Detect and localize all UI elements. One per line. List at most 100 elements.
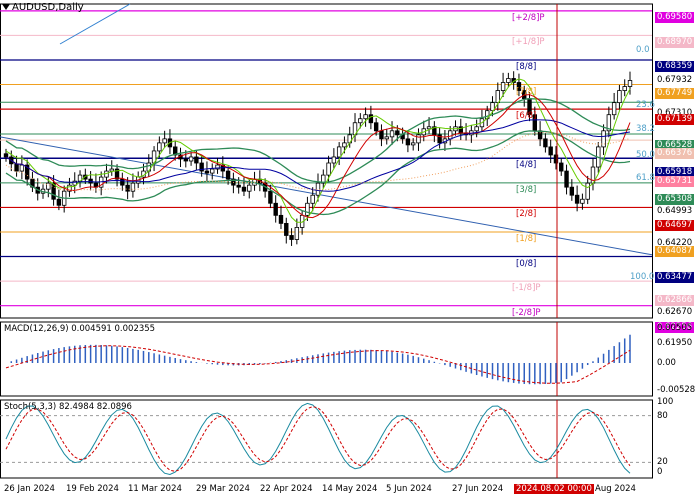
date-label: 2024.08.02 00:00 [514, 484, 594, 494]
candle-body [548, 146, 553, 156]
price-label: 0.68359 [655, 61, 695, 72]
stoch-k-line [5, 402, 631, 476]
candle-body [130, 182, 136, 192]
murrey-label: [4/8] [516, 160, 537, 171]
candle-body [225, 170, 231, 180]
bollinger-lower [5, 130, 631, 216]
candle-body [585, 182, 590, 200]
stoch-d-line [5, 406, 631, 472]
stoch-axis-label: 0 [657, 467, 663, 477]
price-label: 0.69580 [655, 12, 695, 23]
candle-body [3, 153, 9, 158]
price-label: 0.67139 [655, 114, 695, 125]
candle-body [395, 130, 400, 136]
candle-body [358, 118, 363, 124]
date-label: 14 May 2024 [322, 484, 378, 494]
chart-title: AUDUSD,Daily [2, 2, 84, 13]
candle-body [278, 214, 284, 224]
macd-histogram [10, 334, 631, 385]
murrey-label: [-1/8]P [512, 283, 541, 294]
murrey-label: [0/8] [516, 258, 537, 269]
price-label: 0.62866 [655, 295, 695, 306]
candle-body [569, 186, 575, 196]
candle-body [210, 168, 215, 174]
murrey-label: [+1/8]P [512, 37, 545, 48]
candle-body [247, 184, 252, 192]
candle-body [384, 136, 389, 140]
candle-body [611, 102, 617, 116]
candle-body [506, 78, 511, 83]
trend-line [0, 136, 653, 256]
macd-axis-label: -0.00528 [657, 385, 696, 395]
price-label: 0.64697 [655, 220, 695, 231]
candle-body [363, 114, 368, 120]
candle-body [405, 138, 411, 146]
price-label: 0.63477 [655, 272, 695, 283]
candle-body [294, 227, 300, 240]
candle-body [305, 202, 310, 216]
candle-body [574, 194, 580, 204]
price-label: 0.61950 [657, 338, 693, 348]
stoch-axis-label: 100 [657, 397, 674, 407]
price-label: 0.65731 [655, 176, 695, 187]
chart-canvas [0, 3, 653, 479]
candle-body [368, 114, 374, 124]
murrey-label: [-2/8]P [512, 307, 541, 318]
candle-body [268, 190, 273, 204]
candle-body [416, 134, 421, 144]
symbol-dropdown-icon[interactable] [2, 4, 10, 10]
fib-label: 100.0 [630, 271, 655, 282]
candle-body [580, 198, 585, 204]
candle-body [289, 235, 294, 240]
candle-body [120, 178, 125, 186]
candle-body [125, 184, 130, 192]
price-label: 0.64993 [657, 206, 693, 216]
candle-body [627, 80, 633, 87]
macd-label: MACD(12,26,9) 0.004591 0.002355 [4, 324, 156, 334]
murrey-label: [6/8] [516, 111, 537, 122]
candle-body [543, 138, 548, 148]
candle-body [601, 130, 606, 148]
murrey-label: [8/8] [516, 61, 537, 72]
candle-body [331, 156, 337, 164]
date-label: Aug 2024 [595, 484, 636, 494]
fib-label: 50.0 [636, 149, 655, 160]
symbol-label: AUDUSD,Daily [12, 2, 84, 13]
stoch-axis-label: 80 [657, 410, 668, 421]
price-label: 0.67932 [657, 75, 693, 85]
candle-body [14, 163, 19, 172]
candle-body [559, 162, 564, 172]
candle-body [448, 130, 453, 140]
price-label: 0.67749 [655, 88, 695, 99]
date-label: 27 Jun 2024 [452, 484, 504, 494]
macd-signal-line [5, 345, 631, 384]
stoch-label: Stoch(5,3,3) 82.4984 82.0896 [4, 402, 132, 412]
price-label: 0.64087 [655, 246, 695, 257]
date-label: 29 Mar 2024 [196, 484, 250, 494]
murrey-label: [+2/8]P [512, 12, 545, 23]
date-label: 26 Jan 2024 [4, 484, 55, 494]
candle-body [379, 130, 384, 140]
candle-body [410, 142, 416, 146]
price-label: 0.68970 [655, 37, 695, 48]
date-label: 11 Mar 2024 [128, 484, 182, 494]
candle-body [326, 162, 331, 176]
fib-label: 0.0 [636, 45, 650, 56]
candle-body [19, 164, 25, 172]
candle-body [162, 138, 167, 144]
candle-body [342, 142, 347, 148]
candle-body [56, 198, 62, 206]
price-label: 0.62670 [657, 307, 693, 317]
candle-body [284, 222, 289, 236]
fib-label: 23.6 [636, 99, 655, 110]
date-label: 5 Jun 2024 [386, 484, 432, 494]
macd-axis-label: 0.00505 [657, 323, 693, 333]
date-label: 22 Apr 2024 [260, 484, 313, 494]
candle-body [46, 182, 51, 190]
candle-body [617, 90, 622, 104]
candle-body [564, 170, 569, 188]
candle-body [474, 126, 479, 132]
price-label: 0.66376 [655, 148, 695, 159]
fib-label: 38.2 [636, 124, 655, 135]
candle-body [183, 158, 188, 162]
